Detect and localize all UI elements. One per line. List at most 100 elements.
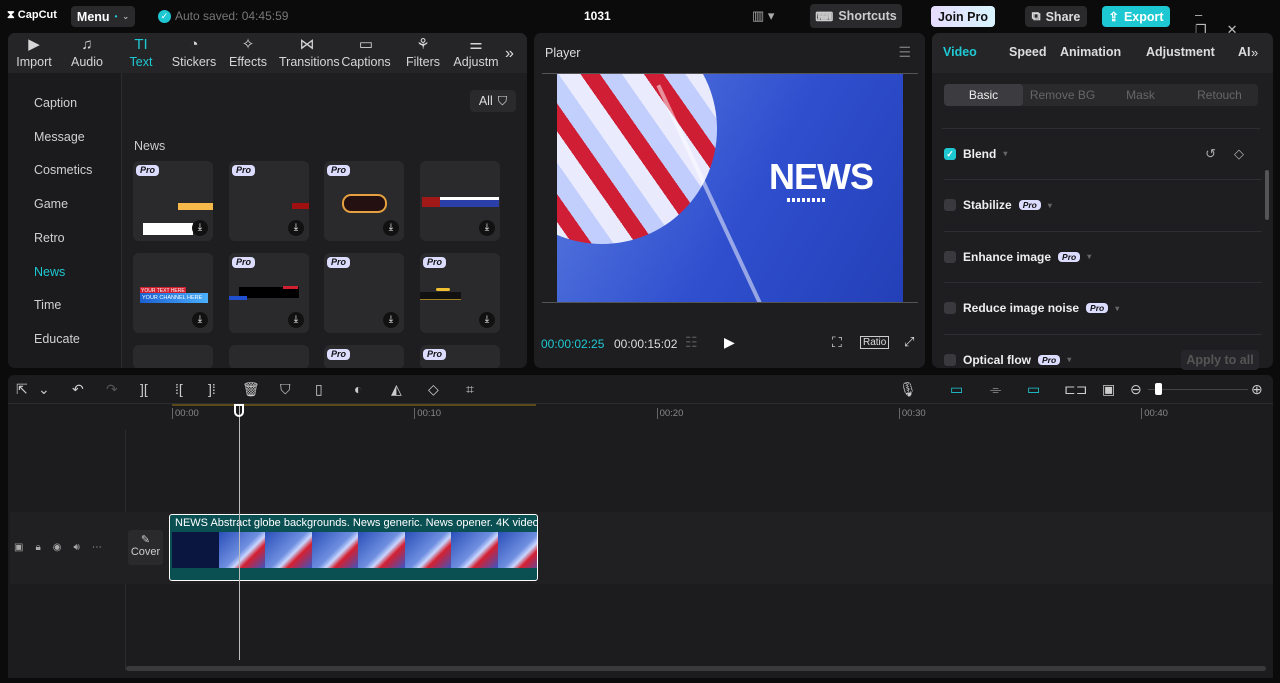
- export-button[interactable]: ⇪ Export: [1102, 6, 1170, 27]
- tab-adjustm[interactable]: ⚌ Adjustm: [448, 35, 504, 69]
- more-tabs-icon[interactable]: »: [1251, 45, 1258, 60]
- tab-filters[interactable]: ⚘ Filters: [395, 35, 451, 69]
- layout-icon[interactable]: ▥ ▾: [752, 8, 774, 24]
- zoom-out-icon[interactable]: ⊖: [1130, 381, 1142, 398]
- keyframe-controls[interactable]: ↺◇: [1205, 146, 1262, 162]
- category-message[interactable]: Message: [34, 130, 85, 144]
- link-icon[interactable]: ⌯: [990, 381, 1001, 398]
- category-cosmetics[interactable]: Cosmetics: [34, 163, 92, 177]
- zoom-in-icon[interactable]: ⊕: [1251, 381, 1263, 398]
- play-icon[interactable]: ▶: [724, 334, 735, 351]
- text-template-card[interactable]: Pro ⤓: [324, 161, 404, 241]
- tab-audio[interactable]: ♫ Audio: [59, 35, 115, 69]
- freeze-icon[interactable]: ▯: [315, 381, 323, 398]
- subtab-mask[interactable]: Mask: [1101, 84, 1180, 106]
- download-icon[interactable]: ⤓: [479, 220, 495, 236]
- text-template-card[interactable]: Pro: [324, 345, 404, 368]
- text-template-card[interactable]: Pro ⤓: [420, 253, 500, 333]
- category-caption[interactable]: Caption: [34, 96, 77, 110]
- waveform-icon[interactable]: ☷: [685, 334, 698, 351]
- chevron-down-icon[interactable]: ▾: [1048, 201, 1052, 210]
- more-icon[interactable]: ⋯: [92, 542, 102, 553]
- text-template-card[interactable]: Pro ⤓: [229, 253, 309, 333]
- more-tabs-icon[interactable]: »: [505, 45, 514, 63]
- category-time[interactable]: Time: [34, 298, 61, 312]
- text-template-card[interactable]: Pro ⤓: [229, 161, 309, 241]
- tab-stickers[interactable]: ◔ Stickers: [166, 35, 222, 69]
- mirror-icon[interactable]: ◭: [391, 381, 402, 398]
- share-button[interactable]: ⧉ Share: [1025, 6, 1087, 27]
- select-icon[interactable]: ⇱: [16, 381, 28, 398]
- menu-button[interactable]: Menu • ⌄: [71, 6, 135, 27]
- join-pro-button[interactable]: Join Pro: [931, 6, 995, 27]
- subtab-basic[interactable]: Basic: [944, 84, 1023, 106]
- ratio-button[interactable]: Ratio: [860, 336, 890, 349]
- text-template-card[interactable]: [133, 345, 213, 368]
- undo-icon[interactable]: ↶: [72, 381, 84, 398]
- playhead[interactable]: [239, 404, 240, 660]
- player-menu-icon[interactable]: ☰: [898, 44, 911, 61]
- fullscreen-icon[interactable]: ⤢: [904, 334, 914, 350]
- filter-all-button[interactable]: All ⛉: [470, 90, 516, 112]
- text-template-card[interactable]: ⤓: [420, 161, 500, 241]
- download-icon[interactable]: ⤓: [383, 312, 399, 328]
- download-icon[interactable]: ⤓: [479, 312, 495, 328]
- reverse-icon[interactable]: ◐: [354, 381, 362, 397]
- microphone-icon[interactable]: 🎙︎: [899, 381, 917, 398]
- inspector-tab-speed[interactable]: Speed: [1009, 45, 1047, 59]
- auto-snap-icon[interactable]: ▭: [950, 381, 963, 398]
- delete-icon[interactable]: 🗑︎: [242, 381, 260, 398]
- zoom-fit-icon[interactable]: ⛶: [832, 334, 842, 351]
- chevron-down-icon[interactable]: ▾: [1067, 355, 1071, 364]
- redo-icon[interactable]: ↷: [106, 381, 118, 398]
- inspector-tab-video[interactable]: Video: [943, 45, 977, 59]
- inspector-tab-ai[interactable]: AI: [1238, 45, 1251, 59]
- download-icon[interactable]: ⤓: [192, 312, 208, 328]
- inspector-tab-adjustment[interactable]: Adjustment: [1146, 45, 1215, 59]
- checkbox[interactable]: [944, 302, 956, 315]
- split-audio-icon[interactable]: ⊏⊐: [1064, 381, 1087, 398]
- volume-icon[interactable]: 🔊︎: [74, 542, 80, 553]
- split-right-icon[interactable]: ]⁞: [208, 381, 216, 397]
- inspector-scrollbar[interactable]: [1265, 170, 1269, 220]
- category-news[interactable]: News: [34, 265, 65, 279]
- video-preview[interactable]: NEWS: [557, 74, 903, 302]
- zoom-slider-handle[interactable]: [1155, 383, 1162, 395]
- checkbox[interactable]: [944, 353, 956, 366]
- marker-icon[interactable]: ⛉: [280, 381, 291, 398]
- category-game[interactable]: Game: [34, 197, 68, 211]
- tab-effects[interactable]: ✧ Effects: [220, 35, 276, 69]
- track-video-icon[interactable]: ▣: [14, 542, 23, 553]
- zoom-slider[interactable]: [1148, 389, 1248, 390]
- download-icon[interactable]: ⤓: [383, 220, 399, 236]
- download-icon[interactable]: ⤓: [192, 220, 208, 236]
- playhead-handle[interactable]: [234, 404, 244, 417]
- eye-icon[interactable]: ◉: [53, 542, 62, 553]
- category-retro[interactable]: Retro: [34, 231, 65, 245]
- rotate-icon[interactable]: ◇: [428, 381, 439, 398]
- shortcuts-button[interactable]: ⌨ Shortcuts: [810, 4, 902, 28]
- text-template-card[interactable]: Pro: [420, 345, 500, 368]
- tab-captions[interactable]: ▭ Captions: [338, 35, 394, 69]
- chevron-down-icon[interactable]: ▾: [1115, 304, 1119, 313]
- text-template-card[interactable]: Pro ⤓: [324, 253, 404, 333]
- inspector-tab-animation[interactable]: Animation: [1060, 45, 1121, 59]
- cover-button[interactable]: ✎ Cover: [128, 530, 163, 565]
- chevron-down-icon[interactable]: ▾: [1003, 149, 1007, 158]
- checkbox[interactable]: [944, 199, 956, 212]
- chevron-down-icon[interactable]: ⌄: [38, 381, 50, 398]
- download-icon[interactable]: ⤓: [288, 220, 304, 236]
- video-clip[interactable]: NEWS Abstract globe backgrounds. News ge…: [169, 514, 538, 581]
- text-template-card[interactable]: YOUR TEXT HERE YOUR CHANNEL HERE ⤓: [133, 253, 213, 333]
- preview-axis-icon[interactable]: ▭: [1027, 381, 1040, 398]
- tab-text[interactable]: TI Text: [113, 35, 169, 69]
- tab-transitions[interactable]: ⋈ Transitions: [279, 35, 340, 69]
- checkbox[interactable]: ✓: [944, 147, 956, 160]
- chevron-down-icon[interactable]: ▾: [1087, 252, 1091, 261]
- checkbox[interactable]: [944, 250, 956, 263]
- text-template-card[interactable]: Pro ⤓: [133, 161, 213, 241]
- timeline-scrollbar[interactable]: [126, 666, 1266, 671]
- subtab-remove-bg[interactable]: Remove BG: [1023, 84, 1102, 106]
- apply-to-all-button[interactable]: Apply to all: [1181, 350, 1259, 370]
- crop-icon[interactable]: ⌗: [466, 381, 474, 398]
